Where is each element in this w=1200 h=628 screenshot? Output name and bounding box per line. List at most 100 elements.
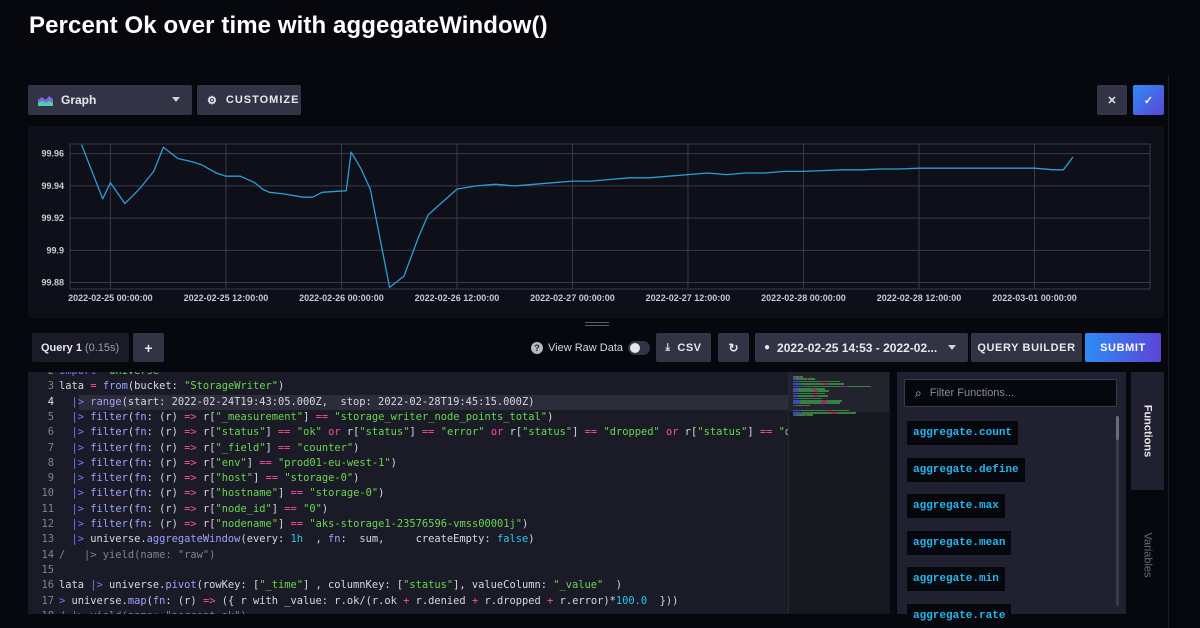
function-item[interactable]: aggregate.rate (907, 603, 1012, 628)
line-chart[interactable]: 99.96 99.94 99.92 99.9 99.88 2022-02-25 00:00… (28, 126, 1164, 318)
plus-icon: + (144, 339, 153, 356)
code-text: |> filter(fn: (r) => r["hostname"] == "s… (71, 487, 385, 500)
x-tick-label: 2022-02-26 00:00:00 (299, 293, 384, 303)
minimap-line (793, 395, 828, 397)
filter-functions-input[interactable]: ⌕ Filter Functions... (904, 379, 1117, 407)
x-tick-label: 2022-02-25 12:00:00 (184, 293, 269, 303)
line-number: 7 (47, 441, 54, 454)
minimap-line (793, 414, 813, 416)
add-query-button[interactable]: + (133, 333, 164, 362)
code-line[interactable]: 8 |> filter(fn: (r) => r["env"] == "prod… (28, 456, 788, 471)
line-number: 11 (41, 502, 54, 515)
refresh-button[interactable]: ↻ (718, 333, 749, 362)
x-tick-label: 2022-02-27 00:00:00 (530, 293, 615, 303)
function-item[interactable]: aggregate.min (907, 567, 1005, 591)
query-duration: (0.15s) (84, 341, 120, 354)
minimap-line (793, 385, 871, 388)
chevron-down-icon (948, 345, 956, 350)
y-tick-label: 99.92 (41, 213, 64, 223)
confirm-button[interactable]: ✓ (1133, 85, 1164, 115)
minimap-line (793, 378, 815, 380)
code-text: |> filter(fn: (r) => r["status"] == "ok"… (71, 426, 835, 439)
minimap-line (793, 400, 842, 402)
code-line[interactable]: 13 |> universe.aggregateWindow(every: 1h… (28, 532, 788, 547)
tab-functions[interactable]: Functions (1131, 372, 1164, 490)
csv-download-button[interactable]: ⤓ CSV (656, 333, 711, 362)
query-builder-label: QUERY BUILDER (977, 341, 1076, 354)
code-line[interactable]: 4 |> range(start: 2022-02-24T19:43:05.00… (48, 394, 788, 410)
line-number: 2 (28, 372, 54, 379)
code-line[interactable]: 5 |> filter(fn: (r) => r["_measurement"]… (28, 410, 788, 425)
view-raw-data-toggle-group: ? View Raw Data (531, 339, 650, 357)
code-text: |> filter(fn: (r) => r["node_id"] == "0"… (71, 502, 329, 515)
code-line[interactable]: 2 import "universe" (28, 372, 788, 379)
code-line[interactable]: 17 > universe.map(fn: (r) => ({ r with _v… (28, 594, 788, 609)
tab-functions-label: Functions (1141, 404, 1154, 458)
minimap-line (793, 412, 856, 414)
code-line[interactable]: 3 lata = from(bucket: "StorageWriter") (28, 379, 788, 394)
code-text: > universe.map(fn: (r) => ({ r with _val… (59, 594, 679, 607)
y-tick-label: 99.96 (41, 149, 64, 159)
code-text: |> filter(fn: (r) => r["nodename"] == "a… (71, 518, 529, 530)
code-line[interactable]: 14 / |> yield(name: "raw") (28, 548, 788, 563)
code-line[interactable]: 18 / |> yield(name: "percent ok") (28, 609, 788, 614)
code-text: / |> yield(name: "raw") (59, 548, 216, 561)
code-line[interactable]: 6 |> filter(fn: (r) => r["status"] == "o… (28, 425, 835, 440)
time-range-dropdown[interactable]: ● 2022-02-25 14:53 - 2022-02... (755, 333, 968, 362)
function-item[interactable]: aggregate.mean (907, 530, 1012, 555)
code-line[interactable]: 9 |> filter(fn: (r) => r["host"] == "sto… (28, 471, 788, 486)
line-number: 9 (47, 472, 54, 485)
minimap-line (793, 380, 840, 383)
code-text: |> universe.aggregateWindow(every: 1h , … (71, 533, 535, 546)
code-text: |> filter(fn: (r) => r["env"] == "prod01… (71, 456, 397, 469)
function-list-scrollbar[interactable] (1116, 416, 1119, 606)
visualization-type-dropdown[interactable]: Graph (28, 85, 192, 115)
visualization-type-label: Graph (61, 93, 97, 107)
close-icon: ✕ (1107, 94, 1117, 107)
function-item[interactable]: aggregate.count (907, 421, 1019, 445)
x-tick-label: 2022-02-28 00:00:00 (761, 293, 846, 303)
query-tab[interactable]: Query 1 (0.15s) (32, 333, 129, 362)
csv-label: CSV (677, 341, 702, 354)
submit-button[interactable]: SUBMIT (1085, 333, 1161, 362)
function-item[interactable]: aggregate.define (907, 457, 1025, 482)
line-number: 15 (41, 563, 54, 576)
line-number: 13 (41, 533, 54, 546)
x-tick-label: 2022-02-27 12:00:00 (646, 293, 731, 303)
cancel-button[interactable]: ✕ (1097, 85, 1127, 115)
code-text: import "universe" (59, 372, 165, 379)
line-number: 10 (41, 487, 54, 500)
download-icon: ⤓ (665, 342, 671, 353)
minimap-line (793, 390, 829, 392)
line-number: 18 (28, 609, 54, 614)
y-tick-label: 99.88 (41, 278, 64, 288)
search-icon: ⌕ (915, 385, 922, 400)
minimap-line (793, 397, 822, 400)
function-item[interactable]: aggregate.max (907, 494, 1005, 518)
code-line[interactable]: 12 |> filter(fn: (r) => r["nodename"] ==… (28, 517, 788, 532)
code-line[interactable]: 11 |> filter(fn: (r) => r["node_id"] == … (28, 502, 788, 517)
tab-variables-label: Variables (1141, 532, 1154, 578)
code-text: lata = from(bucket: "StorageWriter") (59, 380, 285, 393)
line-number: 6 (47, 426, 54, 439)
flux-code-editor[interactable]: 2 import "universe" 3 lata = from(bucket: "… (28, 372, 890, 614)
minimap-line (793, 376, 803, 378)
tab-variables[interactable]: Variables (1131, 500, 1164, 610)
code-text: |> range(start: 2022-02-24T19:43:05.000Z… (71, 395, 535, 408)
view-raw-data-switch[interactable] (628, 341, 650, 355)
code-line[interactable]: 10 |> filter(fn: (r) => r["hostname"] ==… (28, 486, 788, 501)
customize-label: CUSTOMIZE (225, 94, 300, 106)
code-line[interactable]: 15 (28, 563, 788, 578)
editor-minimap[interactable] (788, 372, 890, 614)
help-icon[interactable]: ? (531, 342, 543, 354)
customize-button[interactable]: ⚙ CUSTOMIZE (197, 85, 301, 115)
code-line[interactable]: 7 |> filter(fn: (r) => r["_field"] == "c… (28, 441, 788, 456)
resize-handle[interactable] (585, 322, 609, 326)
code-line[interactable]: 16 lata |> universe.pivot(rowKey: ["_time… (28, 578, 788, 593)
scrollbar-thumb[interactable] (1116, 416, 1119, 440)
minimap-line (793, 402, 840, 404)
query-builder-button[interactable]: QUERY BUILDER (971, 333, 1082, 362)
functions-panel: ⌕ Filter Functions... aggregate.count agg… (897, 372, 1126, 628)
series-line (80, 144, 1074, 289)
x-tick-label: 2022-02-28 12:00:00 (877, 293, 962, 303)
